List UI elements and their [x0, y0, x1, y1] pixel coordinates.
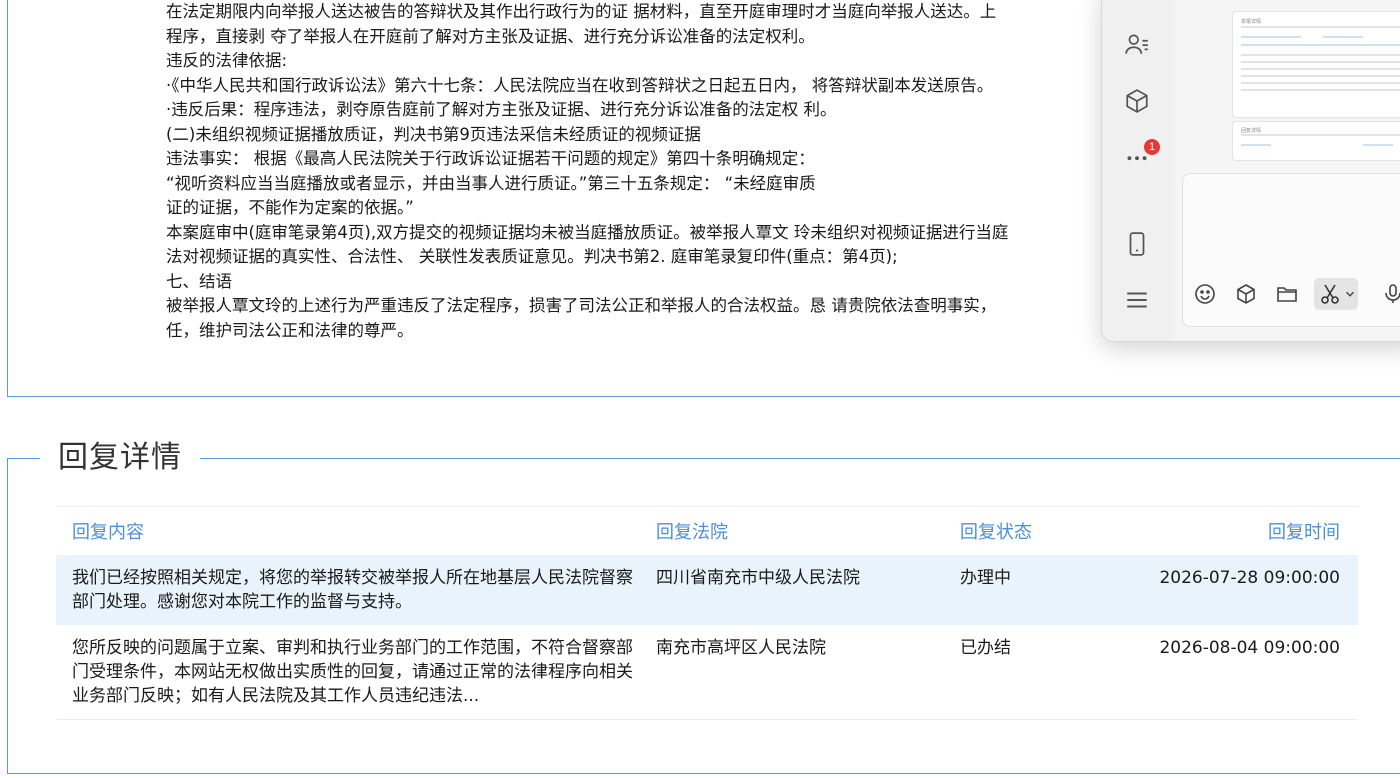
folder-icon[interactable] [1275, 282, 1299, 306]
thumb-title: 举报详情 [1241, 19, 1262, 25]
reply-court-cell: 南充市高坪区人民法院 [640, 625, 944, 720]
report-line: ·违反后果：程序违法，剥夺原告庭前了解对方主张及证据、进行充分诉讼准备的法定权 … [166, 100, 837, 119]
chat-app-window[interactable]: 1 举报详情 回复详情 [1101, 0, 1400, 342]
reply-content-cell: 我们已经按照相关规定，将您的举报转交被举报人所在地基层人民法院督察部门处理。感谢… [56, 555, 640, 625]
notification-badge: 1 [1144, 139, 1160, 155]
report-line: (二)未组织视频证据播放质证，判决书第9页违法采信未经质证的视频证据 [166, 124, 701, 144]
reply-table-header: 回复内容 回复法院 回复状态 回复时间 [56, 506, 1358, 555]
phone-icon[interactable] [1124, 231, 1150, 257]
header-reply-content: 回复内容 [56, 506, 640, 555]
report-line: 被举报人覃文玲的上述行为严重违反了法定程序，损害了司法公正和举报人的合法权益。恳… [166, 296, 997, 315]
table-row[interactable]: 我们已经按照相关规定，将您的举报转交被举报人所在地基层人民法院督察部门处理。感谢… [56, 555, 1358, 625]
chat-sidebar: 1 [1102, 0, 1172, 341]
message-input[interactable] [1182, 173, 1400, 327]
header-reply-court: 回复法院 [640, 506, 944, 555]
reply-section-title: 回复详情 [40, 437, 200, 479]
chat-main-area: 举报详情 回复详情 [1176, 0, 1400, 341]
report-body-text: 在法定期限内向举报人送达被告的答辩状及其作出行政行为的证 据材料，直至开庭审理时… [166, 0, 1166, 343]
reply-court-cell: 四川省南充市中级人民法院 [640, 555, 944, 625]
report-line: 本案庭审中(庭审笔录第4页),双方提交的视频证据均未被当庭播放质证。被举报人覃文… [166, 222, 1009, 242]
cube-icon[interactable] [1124, 88, 1150, 114]
reply-status-cell: 已办结 [944, 625, 1124, 720]
reply-time-cell: 2026-07-28 09:00:00 [1124, 555, 1358, 625]
menu-icon[interactable] [1124, 287, 1150, 313]
report-line: 任，维护司法公正和法律的尊严。 [166, 320, 414, 340]
report-line: 七、结语 [166, 271, 232, 291]
report-line: 程序，直接剥 夺了举报人在开庭前了解对方主张及证据、进行充分诉讼准备的法定权利。 [166, 26, 815, 46]
report-line: 违反的法律依据: [166, 51, 288, 70]
report-line: “视听资料应当当庭播放或者显示，并由当事人进行质证。”第三十五条规定： “未经庭… [166, 173, 816, 193]
reply-content-text: 您所反映的问题属于立案、审判和执行业务部门的工作范围，不符合督察部门受理条件，本… [72, 638, 633, 706]
reply-status-cell: 办理中 [944, 555, 1124, 625]
box-icon[interactable] [1234, 282, 1258, 306]
reply-table: 回复内容 回复法院 回复状态 回复时间 我们已经按照相关规定，将您的举报转交被举… [56, 506, 1358, 720]
table-row[interactable]: 您所反映的问题属于立案、审判和执行业务部门的工作范围，不符合督察部门受理条件，本… [56, 625, 1358, 720]
screenshot-thumbnail-reply[interactable]: 回复详情 [1232, 121, 1400, 161]
emoji-icon[interactable] [1193, 282, 1217, 306]
scissors-icon[interactable] [1318, 282, 1342, 306]
reply-content-cell: 您所反映的问题属于立案、审判和执行业务部门的工作范围，不符合督察部门受理条件，本… [56, 625, 640, 720]
report-line: 在法定期限内向举报人送达被告的答辩状及其作出行政行为的证 据材料，直至开庭审理时… [166, 2, 997, 21]
reply-time-cell: 2026-08-04 09:00:00 [1124, 625, 1358, 720]
report-line: 证的证据，不能作为定案的依据。” [166, 198, 414, 217]
contacts-icon[interactable] [1124, 31, 1150, 57]
header-reply-status: 回复状态 [944, 506, 1124, 555]
chevron-down-icon[interactable] [1343, 287, 1357, 301]
mic-icon[interactable] [1381, 282, 1400, 306]
header-reply-time: 回复时间 [1124, 506, 1358, 555]
thumb-title-reply: 回复详情 [1241, 128, 1262, 134]
report-line: 法对视频证据的真实性、合法性、 关联性发表质证意见。判决书第2. 庭审笔录复印件… [166, 247, 898, 266]
screenshot-thumbnail[interactable]: 举报详情 [1232, 11, 1400, 118]
report-line: 违法事实： 根据《最高人民法院关于行政诉讼证据若干问题的规定》第四十条明确规定： [166, 149, 815, 168]
report-line: ·《中华人民共和国行政诉讼法》第六十七条：人民法院应当在收到答辩状之日起五日内，… [166, 75, 994, 95]
